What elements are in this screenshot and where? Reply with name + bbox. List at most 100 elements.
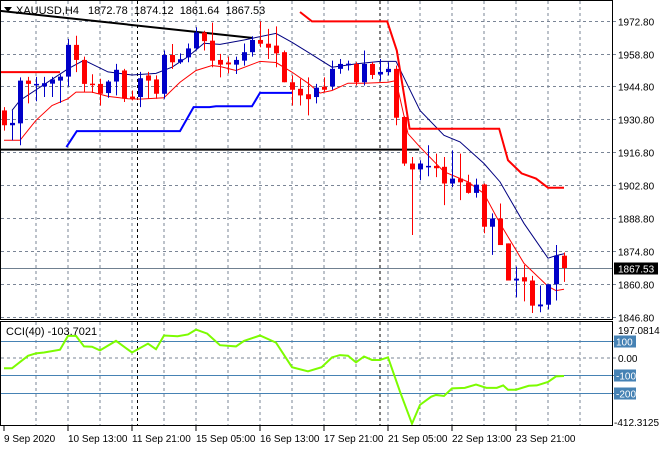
candle-body: [138, 78, 143, 98]
price-tick-label: 1916.80: [618, 149, 655, 160]
candle: [322, 77, 327, 93]
candle-body: [26, 80, 31, 84]
candle-body: [514, 278, 519, 281]
candle-body: [226, 62, 231, 65]
cci-level-label: 100: [616, 338, 633, 349]
candle: [450, 150, 455, 188]
candle-body: [154, 79, 159, 94]
candle-body: [122, 70, 127, 99]
candle-body: [218, 59, 223, 65]
candle-body: [410, 163, 415, 170]
candle-body: [98, 83, 103, 94]
candle-body: [314, 87, 319, 98]
trading-chart[interactable]: 0.00 100 -100 -200 197.0814 -412.3125 1972.80…: [0, 0, 660, 450]
candle: [146, 71, 151, 99]
candle: [250, 36, 255, 57]
candle-body: [554, 255, 559, 285]
candle: [554, 245, 559, 301]
candle-body: [498, 218, 503, 246]
trailing-stop-down-line: [299, 11, 564, 189]
candle: [482, 183, 487, 234]
candle: [210, 22, 215, 68]
candle-body: [18, 80, 23, 124]
candle-body: [170, 54, 175, 63]
candle: [538, 285, 543, 313]
candle-body: [114, 69, 119, 82]
price-tick-label: 1846.80: [618, 314, 655, 325]
candle-body: [378, 71, 383, 75]
candle-body: [354, 63, 359, 83]
candle-body: [34, 83, 39, 86]
candle: [298, 78, 303, 106]
candle: [506, 243, 511, 281]
candle-body: [258, 39, 263, 44]
open-price: 1872.78: [88, 5, 128, 17]
candle: [458, 153, 463, 201]
candle-body: [402, 117, 407, 164]
candles: [2, 21, 567, 313]
candle-body: [370, 63, 375, 75]
candle: [122, 68, 127, 102]
current-price-label: 1867.53: [618, 265, 655, 276]
candle-body: [442, 166, 447, 184]
candle-body: [394, 68, 399, 118]
candle-body: [130, 96, 135, 99]
candle: [370, 62, 375, 79]
candle: [546, 284, 551, 310]
candle: [522, 265, 527, 302]
candle-body: [290, 82, 295, 90]
upper-band-line: [11, 32, 565, 259]
high-price: 1874.12: [134, 5, 174, 17]
candle-body: [330, 68, 335, 87]
low-price: 1861.64: [180, 5, 220, 17]
candle-body: [234, 59, 239, 65]
time-tick-label: 16 Sep 13:00: [260, 434, 320, 445]
candle: [114, 63, 119, 96]
candle: [10, 110, 15, 141]
candle-body: [162, 54, 167, 94]
candle: [378, 58, 383, 81]
time-tick-label: 23 Sep 21:00: [516, 434, 576, 445]
candle: [410, 156, 415, 235]
candle: [474, 178, 479, 198]
cci-max-label: 197.0814: [618, 326, 660, 337]
candle: [498, 203, 503, 246]
time-tick-label: 17 Sep 21:00: [324, 434, 384, 445]
candle-body: [178, 59, 183, 63]
candle-body: [146, 75, 151, 81]
candle: [402, 116, 407, 166]
cci-zero-label: 0.00: [618, 354, 638, 365]
candle-body: [210, 40, 215, 61]
candle-body: [42, 83, 47, 87]
candle: [218, 53, 223, 78]
price-tick-label: 1874.80: [618, 248, 655, 259]
candle: [106, 80, 111, 98]
candle: [514, 266, 519, 298]
candle-body: [418, 163, 423, 170]
candle-body: [458, 178, 463, 183]
candle-body: [106, 81, 111, 94]
cci-level-label: -100: [616, 372, 636, 383]
candle-body: [282, 52, 287, 83]
candle: [290, 75, 295, 106]
candle-body: [74, 44, 79, 60]
candle-body: [50, 79, 55, 84]
time-tick-label: 15 Sep 05:00: [196, 434, 256, 445]
candle: [442, 156, 447, 206]
close-price: 1867.53: [226, 5, 266, 17]
price-tick-label: 1888.80: [618, 215, 655, 226]
candle: [186, 43, 191, 63]
candle-body: [538, 304, 543, 307]
candle: [226, 56, 231, 74]
candle: [234, 56, 239, 75]
candle: [354, 62, 359, 86]
price-tick-label: 1902.80: [618, 182, 655, 193]
candle: [26, 76, 31, 104]
time-tick-label: 10 Sep 13:00: [68, 434, 128, 445]
candle: [394, 65, 399, 126]
time-tick-label: 11 Sep 21:00: [132, 434, 191, 445]
candle-body: [386, 68, 391, 73]
time-tick-label: 9 Sep 2020: [4, 434, 56, 445]
candle-body: [530, 280, 535, 306]
main-panel-border: [0, 0, 613, 320]
